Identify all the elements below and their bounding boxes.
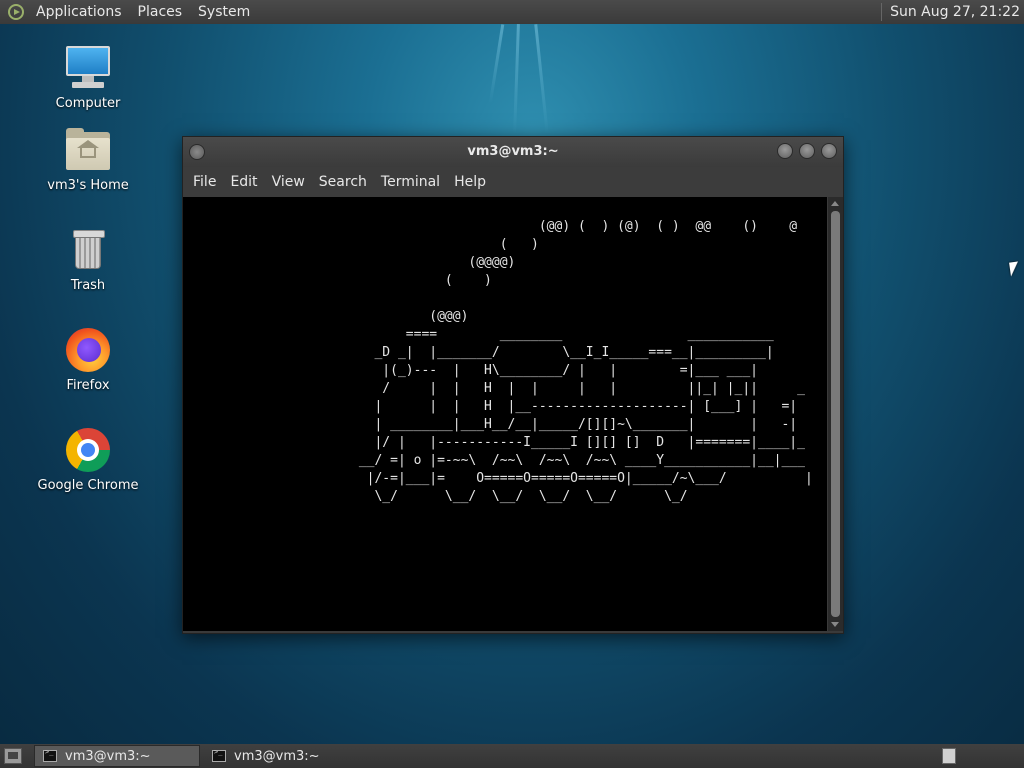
maximize-icon[interactable] [799,143,815,159]
menu-search[interactable]: Search [313,167,375,197]
top-menu: Applications Places System [28,0,258,24]
top-panel: Applications Places System Sun Aug 27, 2… [0,0,1024,24]
desktop-icon-label: Google Chrome [37,478,139,493]
window-controls [777,143,837,159]
chrome-icon [64,426,112,474]
system-menu[interactable]: System [190,0,258,24]
taskbar-item-terminal[interactable]: vm3@vm3:~ [204,745,384,767]
menu-file[interactable]: File [187,167,224,197]
window-menu-icon[interactable] [189,144,205,160]
desktop-icon-computer[interactable]: Computer [28,44,148,111]
background-light-ray [488,24,505,104]
minimize-icon[interactable] [777,143,793,159]
clock[interactable]: Sun Aug 27, 21:22 [890,4,1024,20]
terminal-output-area[interactable]: (@@) ( ) (@) ( ) @@ () @ ( ) (@@@@) ( ) … [183,197,827,631]
desktop-icon-label: Computer [55,96,121,111]
menu-terminal[interactable]: Terminal [375,167,448,197]
background-light-ray [513,23,520,135]
terminal-window[interactable]: vm3@vm3:~ File Edit View Search Terminal… [182,136,844,634]
panel-separator [881,3,883,21]
terminal-scrollbar[interactable] [828,197,843,631]
taskbar-item-label: vm3@vm3:~ [65,748,151,764]
menu-edit[interactable]: Edit [224,167,265,197]
scroll-down-icon[interactable] [831,622,839,627]
terminal-menubar: File Edit View Search Terminal Help [183,167,843,197]
scrollbar-thumb[interactable] [831,211,840,617]
terminal-output: (@@) ( ) (@) ( ) @@ () @ ( ) (@@@@) ( ) … [358,219,813,504]
desktop-icon-trash[interactable]: Trash [28,226,148,293]
window-title: vm3@vm3:~ [467,144,559,159]
close-icon[interactable] [821,143,837,159]
applications-menu[interactable]: Applications [28,0,130,24]
workspace-switcher[interactable] [942,748,956,764]
terminal-icon [43,748,57,762]
desktop-icon-home[interactable]: vm3's Home [28,126,148,193]
scroll-up-icon[interactable] [831,201,839,206]
applications-logo-icon[interactable] [8,4,24,20]
desktop-icon-firefox[interactable]: Firefox [28,326,148,393]
firefox-icon [64,326,112,374]
places-menu[interactable]: Places [130,0,191,24]
menu-view[interactable]: View [266,167,313,197]
window-titlebar[interactable]: vm3@vm3:~ [183,137,843,167]
show-desktop-icon[interactable] [4,748,22,764]
taskbar-item-label: vm3@vm3:~ [234,748,320,764]
desktop-icon-label: Firefox [66,378,110,393]
desktop-icon-chrome[interactable]: Google Chrome [28,426,148,493]
mouse-cursor-icon [1009,261,1020,277]
desktop-icon-label: Trash [70,278,106,293]
computer-icon [64,44,112,92]
desktop-icon-label: vm3's Home [47,178,129,193]
terminal-icon [212,748,226,762]
trash-icon [64,226,112,274]
background-light-ray [534,24,549,134]
menu-help[interactable]: Help [448,167,494,197]
bottom-panel: vm3@vm3:~ vm3@vm3:~ [0,744,1024,768]
home-folder-icon [64,126,112,174]
taskbar-item-terminal-active[interactable]: vm3@vm3:~ [34,745,200,767]
